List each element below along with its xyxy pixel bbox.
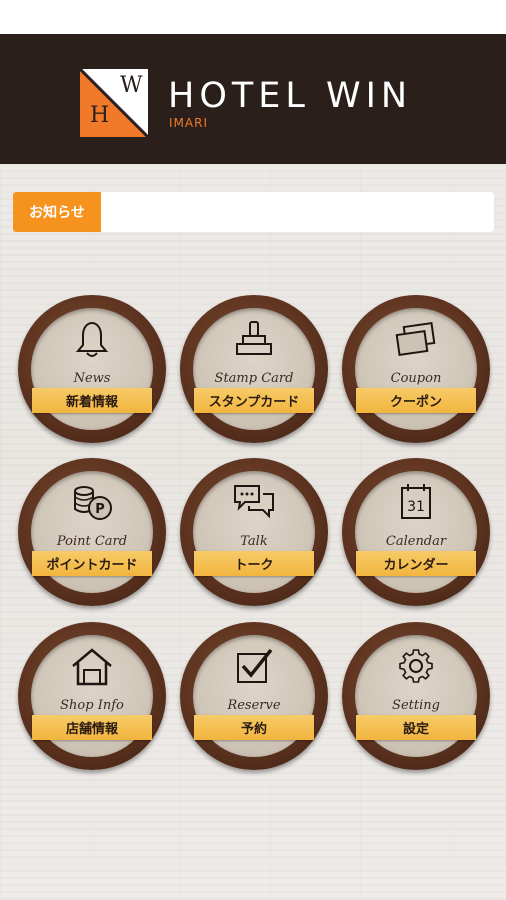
chat-icon [234, 485, 274, 519]
menu-script-label: Reserve [227, 698, 281, 713]
calendar-icon: 31 [401, 484, 431, 519]
menu-script-label: Talk [240, 534, 268, 549]
menu-script-label: Setting [392, 698, 440, 713]
menu-label: カレンダー [356, 551, 476, 580]
menu-button-talk[interactable]: Talk トーク [180, 458, 328, 606]
menu-script-label: Calendar [385, 534, 447, 549]
gear-icon [399, 649, 433, 683]
menu-script-label: Shop Info [60, 698, 124, 713]
menu-button-reserve[interactable]: Reserve 予約 [180, 622, 328, 770]
coins-icon: P [74, 486, 112, 520]
menu-label: 予約 [194, 715, 314, 744]
news-ticker[interactable]: お知らせ [13, 192, 494, 232]
menu-label: 設定 [356, 715, 476, 744]
bell-icon [75, 321, 109, 357]
coupon-icon [395, 322, 436, 356]
menu-label: トーク [194, 551, 314, 580]
hotel-logo-mark: W H [80, 69, 148, 137]
menu-label: 店舗情報 [32, 715, 152, 744]
house-icon [72, 648, 112, 686]
menu-script-label: Point Card [56, 534, 128, 549]
checkbox-icon [237, 648, 273, 683]
menu-button-setting[interactable]: Setting 設定 [342, 622, 490, 770]
menu-button-shop-info[interactable]: Shop Info 店舗情報 [18, 622, 166, 770]
menu-button-point-card[interactable]: P Point Card ポイントカード [18, 458, 166, 606]
status-bar-area [0, 0, 506, 34]
hotel-location: IMARI [169, 116, 208, 130]
menu-button-coupon[interactable]: Coupon クーポン [342, 295, 490, 443]
menu-script-label: Stamp Card [214, 371, 294, 386]
menu-label: スタンプカード [194, 388, 314, 417]
logo-letter-w: W [120, 73, 143, 98]
menu-script-label: Coupon [390, 371, 442, 386]
calendar-day: 31 [407, 499, 425, 515]
hotel-name: HOTEL WIN [168, 76, 413, 116]
menu-label: 新着情報 [32, 388, 152, 417]
menu-button-stamp-card[interactable]: Stamp Card スタンプカード [180, 295, 328, 443]
menu-label: ポイントカード [32, 551, 152, 580]
menu-button-calendar[interactable]: 31 Calendar カレンダー [342, 458, 490, 606]
news-label: お知らせ [13, 192, 101, 232]
stamp-icon [236, 321, 272, 355]
menu-script-label: News [73, 371, 111, 386]
logo-letter-h: H [90, 103, 110, 128]
svg-text:P: P [95, 502, 105, 517]
app-header: W H HOTEL WIN IMARI [0, 34, 506, 164]
menu-button-news[interactable]: News 新着情報 [18, 295, 166, 443]
menu-label: クーポン [356, 388, 476, 417]
